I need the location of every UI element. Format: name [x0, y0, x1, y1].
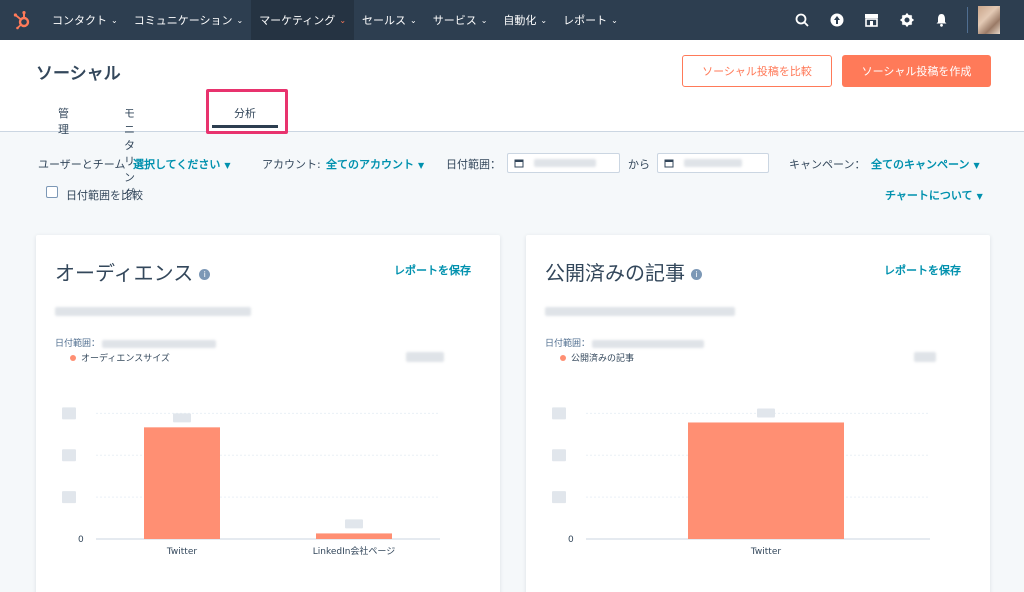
campaign-filter-label: キャンペーン：	[789, 158, 866, 171]
chevron-down-icon: ⌄	[111, 15, 118, 25]
compare-date-checkbox[interactable]	[46, 186, 58, 198]
nav-item-label: コンタクト	[52, 14, 107, 27]
y-tick-label-redacted	[62, 407, 76, 420]
nav-item-label: セールス	[362, 14, 407, 27]
nav-item-label: 自動化	[503, 14, 537, 27]
notifications-icon[interactable]	[924, 0, 959, 40]
end-date-input[interactable]	[657, 153, 769, 173]
chart-about-label: チャートについて	[885, 189, 973, 202]
nav-item-service[interactable]: サービス ⌄	[425, 0, 496, 40]
account-filter-label: アカウント:	[262, 158, 321, 171]
y-tick-label-redacted	[552, 449, 566, 462]
marketplace-icon[interactable]	[854, 0, 889, 40]
caret-down-icon: ▼	[418, 161, 425, 170]
tab-manage[interactable]: 管理	[58, 92, 69, 137]
filter-bar: ユーザーとチーム 選択してください ▼ アカウント: 全てのアカウント ▼ 日付範囲…	[0, 150, 1024, 210]
page-title: ソーシャル	[36, 64, 121, 84]
campaign-filter-dropdown[interactable]: 全てのキャンペーン ▼	[871, 156, 980, 172]
end-date-value-redacted	[684, 159, 742, 167]
create-post-button[interactable]: ソーシャル投稿を作成	[842, 55, 991, 87]
audience-bar-chart: 0 Twitter LinkedIn会社ページ	[62, 407, 440, 557]
nav-item-conversations[interactable]: コミュニケーション ⌄	[126, 0, 251, 40]
y-tick-label-redacted	[62, 449, 76, 462]
upgrade-icon[interactable]	[819, 0, 854, 40]
caret-down-icon: ▼	[976, 192, 983, 201]
x-tick-label: Twitter	[750, 547, 781, 557]
search-icon[interactable]	[784, 0, 819, 40]
y-tick-label-redacted	[552, 407, 566, 420]
nav-item-reports[interactable]: レポート ⌄	[555, 0, 626, 40]
account-filter-value: 全てのアカウント	[326, 158, 414, 171]
caret-down-icon: ▼	[973, 161, 980, 170]
start-date-value-redacted	[534, 159, 596, 167]
y-tick-label-redacted	[552, 491, 566, 504]
compare-date-label: 日付範囲を比較	[66, 189, 143, 202]
users-filter-value: 選択してください	[133, 158, 221, 171]
published-posts-report-card: 公開済みの記事 i レポートを保存 日付範囲： 公開済みの記事 0 Twitter	[526, 235, 990, 592]
caret-down-icon: ▼	[224, 161, 231, 170]
y-tick-label-redacted	[62, 491, 76, 504]
chart-about-dropdown[interactable]: チャートについて ▼	[885, 187, 983, 203]
bar-value-label-redacted	[173, 413, 191, 423]
chart-bar	[688, 422, 844, 539]
chevron-down-icon: ⌄	[540, 15, 548, 25]
chevron-down-icon: ⌄	[611, 15, 618, 25]
chart-bar	[144, 427, 220, 539]
users-filter-label: ユーザーとチーム	[38, 158, 126, 171]
nav-item-label: コミュニケーション	[133, 14, 233, 27]
nav-item-contacts[interactable]: コンタクト ⌄	[44, 0, 126, 40]
date-range-separator: から	[628, 158, 650, 171]
account-filter-dropdown[interactable]: 全てのアカウント ▼	[326, 156, 424, 172]
avatar[interactable]	[978, 6, 1000, 34]
chevron-down-icon: ⌄	[410, 15, 417, 25]
bar-value-label-redacted	[757, 408, 775, 418]
page-header: ソーシャル ソーシャル投稿を比較 ソーシャル投稿を作成 管理 モニタリング 分析	[0, 40, 1024, 200]
calendar-icon	[514, 159, 524, 168]
nav-item-marketing[interactable]: マーケティング ⌄	[251, 0, 355, 40]
compare-posts-button[interactable]: ソーシャル投稿を比較	[682, 55, 832, 87]
nav-item-sales[interactable]: セールス ⌄	[354, 0, 425, 40]
chart-bar	[316, 533, 392, 539]
nav-menu: コンタクト ⌄ コミュニケーション ⌄ マーケティング ⌄ セールス ⌄ サービス ⌄ 自…	[44, 0, 626, 40]
start-date-input[interactable]	[507, 153, 620, 173]
nav-item-label: レポート	[563, 14, 608, 27]
settings-icon[interactable]	[889, 0, 924, 40]
chevron-down-icon: ⌄	[339, 15, 347, 25]
published-posts-bar-chart: 0 Twitter	[552, 407, 930, 557]
hubspot-logo-icon[interactable]	[0, 0, 44, 40]
tab-highlight-annotation	[206, 89, 288, 134]
nav-item-label: サービス	[432, 14, 477, 27]
date-range-label: 日付範囲：	[446, 158, 501, 171]
x-tick-label: LinkedIn会社ページ	[313, 545, 396, 557]
top-navigation: コンタクト ⌄ コミュニケーション ⌄ マーケティング ⌄ セールス ⌄ サービス ⌄ 自…	[0, 0, 1024, 40]
chevron-down-icon: ⌄	[236, 15, 244, 25]
audience-report-card: オーディエンス i レポートを保存 日付範囲： オーディエンスサイズ 0 Twitt…	[36, 235, 500, 592]
nav-divider	[967, 7, 968, 33]
nav-item-automation[interactable]: 自動化 ⌄	[495, 0, 555, 40]
calendar-icon	[664, 159, 674, 168]
chevron-down-icon: ⌄	[480, 15, 488, 25]
campaign-filter-value: 全てのキャンペーン	[871, 158, 970, 171]
bar-value-label-redacted	[345, 519, 363, 529]
x-tick-label: Twitter	[166, 547, 197, 557]
nav-item-label: マーケティング	[259, 14, 336, 27]
y-tick-label: 0	[568, 535, 574, 545]
y-tick-label: 0	[78, 535, 84, 545]
users-filter-dropdown[interactable]: 選択してください ▼	[133, 156, 231, 172]
nav-icon-group	[784, 0, 1024, 40]
